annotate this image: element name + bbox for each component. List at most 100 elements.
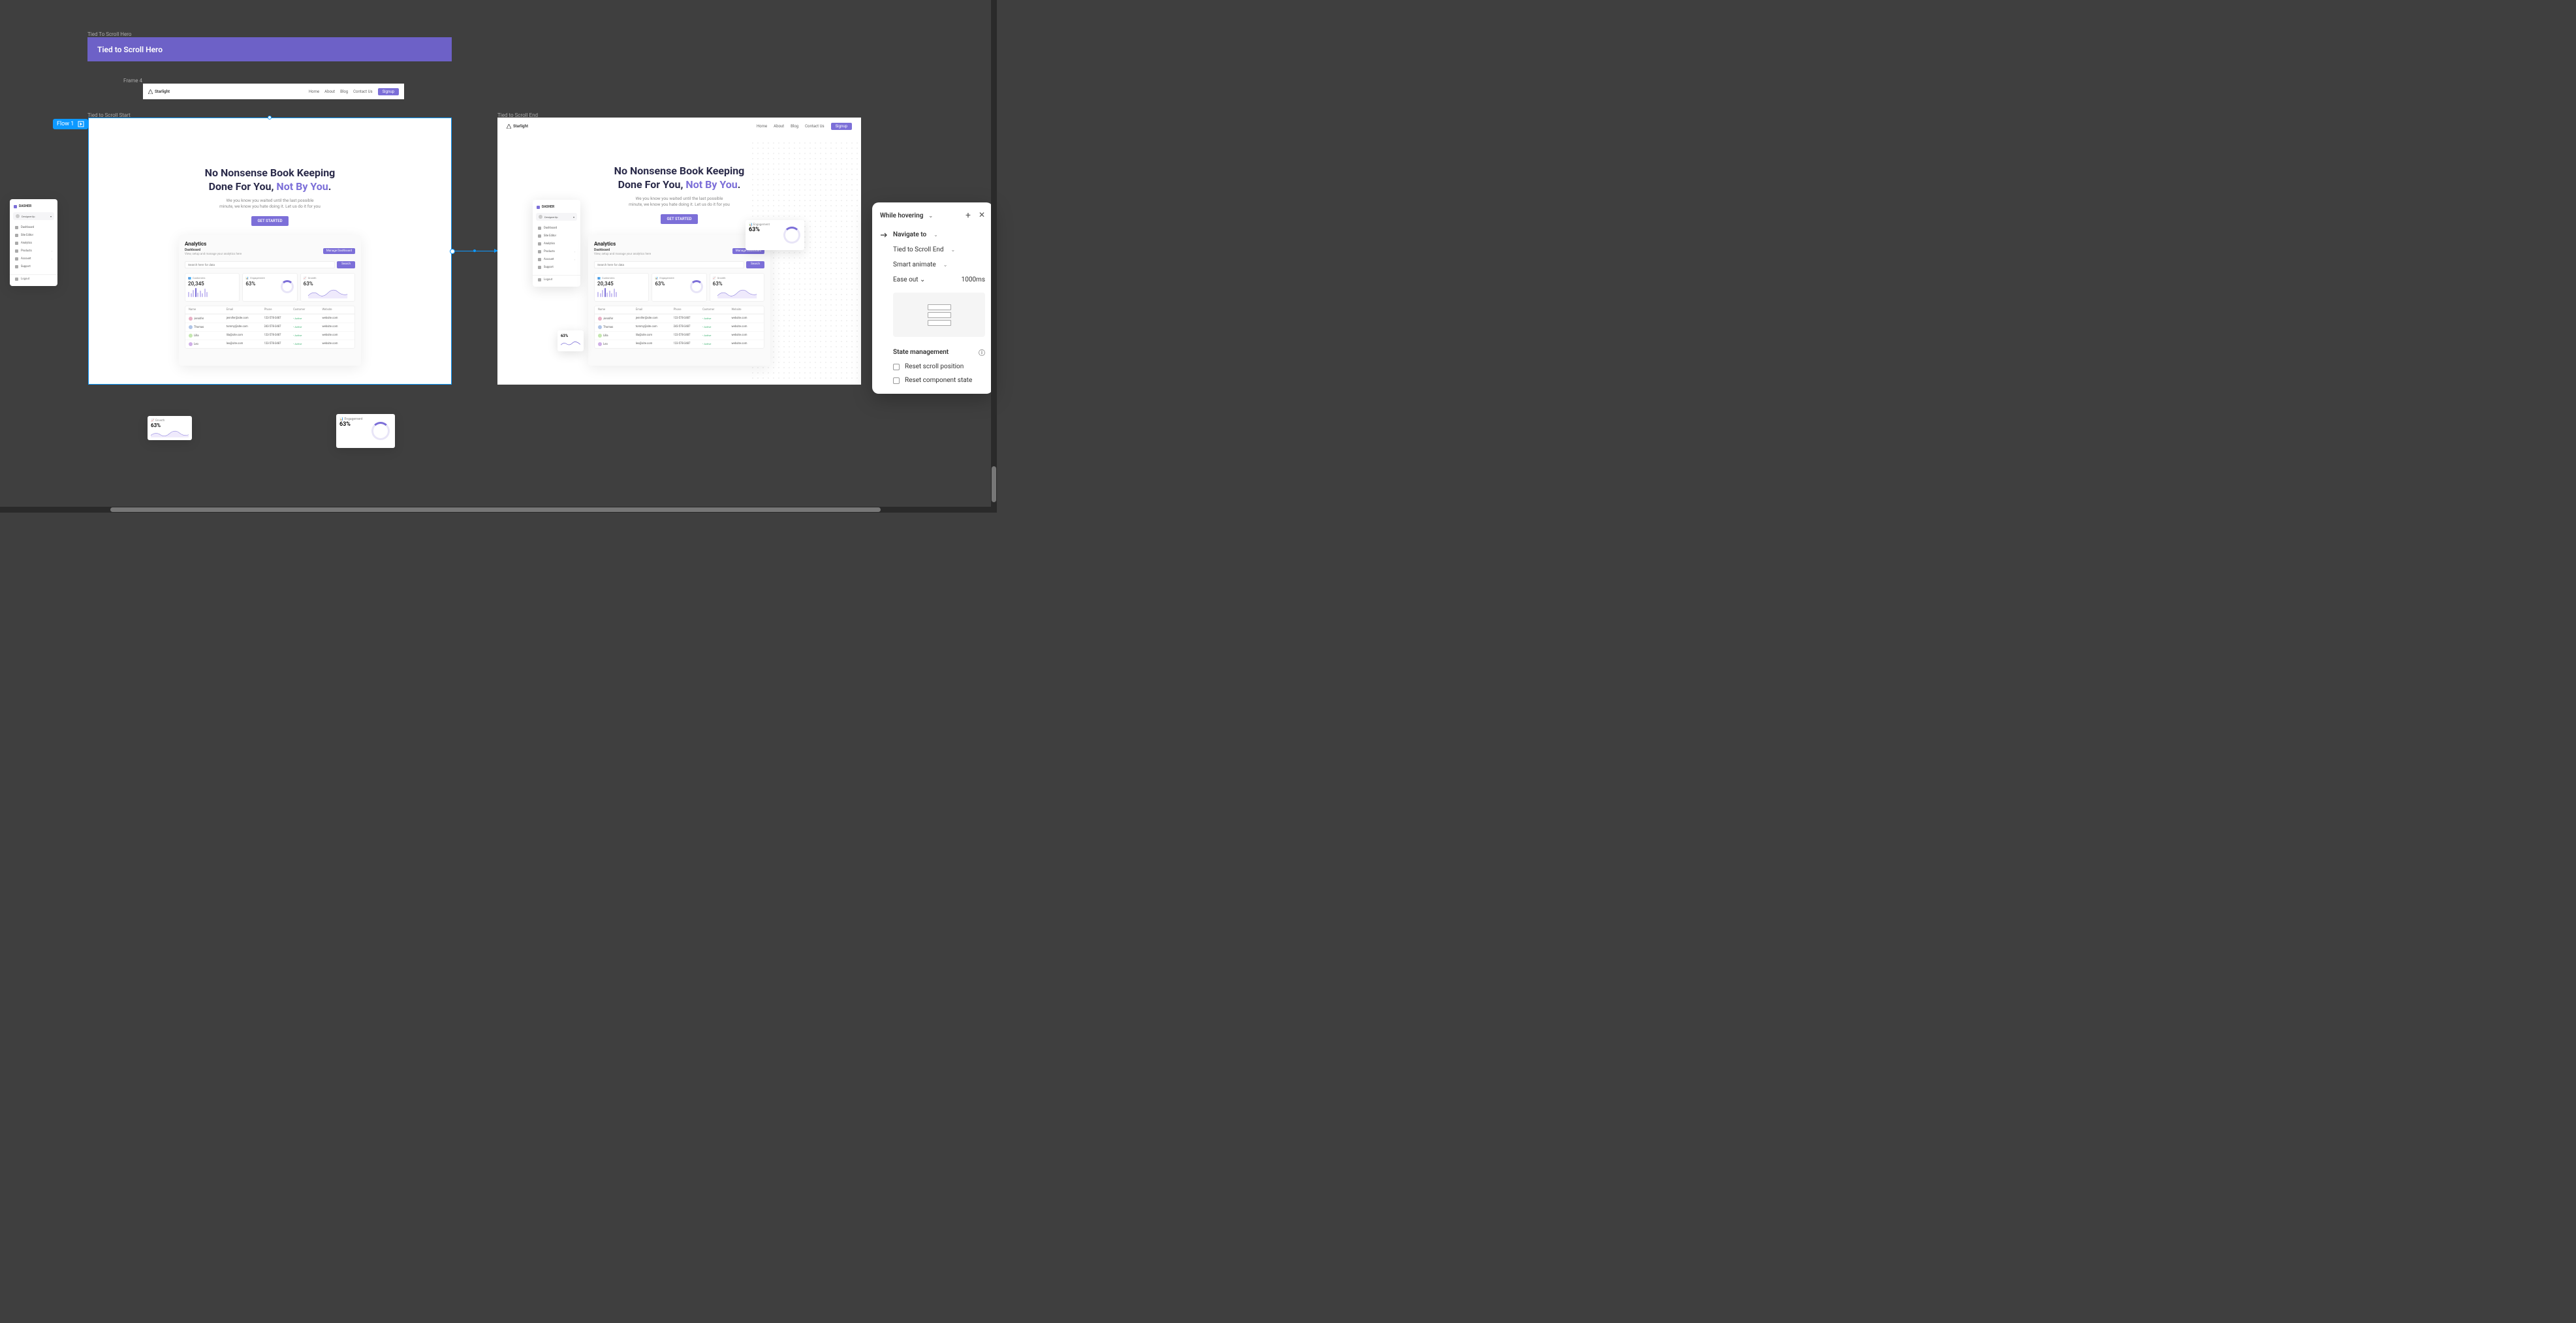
trigger-dropdown[interactable]: While hovering ⌄ — [880, 212, 933, 219]
signup-button[interactable]: Signup — [378, 88, 399, 95]
artboard-scroll-start[interactable]: No Nonsense Book Keeping Done For You, N… — [88, 118, 452, 385]
nav-link-contact[interactable]: Contact Us — [805, 124, 824, 129]
navigate-arrow-icon — [880, 232, 888, 238]
preview-frames-icon — [928, 304, 951, 326]
nav-link-home[interactable]: Home — [757, 124, 767, 129]
sparkline-icon — [561, 340, 580, 347]
table-row[interactable]: Lillalila@site.com123-578-3487• Activewe… — [185, 331, 354, 340]
sidebar-item-logout[interactable]: Logout — [533, 275, 580, 283]
nav-link-about[interactable]: About — [324, 89, 335, 94]
close-panel-button[interactable]: ✕ — [979, 210, 985, 221]
horizontal-scrollbar-track[interactable] — [0, 507, 997, 513]
signup-button[interactable]: Signup — [831, 123, 852, 130]
stats-row: 👥 Customers 20,345 📊 Engagement 63% 📈 Gr… — [185, 273, 355, 302]
products-icon — [15, 249, 18, 253]
sidebar-item-dashboard[interactable]: Dashboard — [533, 224, 580, 232]
frame-label[interactable]: Frame 4 — [123, 78, 142, 84]
nav-link-contact[interactable]: Contact Us — [353, 89, 372, 94]
logout-icon — [538, 278, 541, 281]
table-row[interactable]: Leoleo@site.com123-578-3487• Activewebsi… — [185, 340, 354, 348]
animation-preview[interactable] — [893, 293, 985, 337]
sidebar-item-site-editor[interactable]: Site Editor — [10, 231, 57, 239]
nav-link-blog[interactable]: Blog — [791, 124, 798, 129]
search-input[interactable] — [185, 261, 335, 268]
brand-name: Starlight — [155, 89, 170, 94]
sidebar-item-support[interactable]: Support — [10, 263, 57, 270]
table-row[interactable]: Lillalila@site.com123-578-3487• Activewe… — [595, 331, 764, 340]
canvas-growth-card[interactable]: 📈 Growth 63% — [148, 416, 192, 440]
stat-label: 👥 Customers — [188, 276, 236, 279]
avatar — [16, 214, 20, 218]
destination-dropdown[interactable]: Tied to Scroll End ⌄ — [872, 242, 993, 257]
banner-title: Tied to Scroll Hero — [97, 45, 163, 54]
dasher-user-selector[interactable]: DesignerUp ▾ — [13, 212, 54, 220]
logo-icon — [148, 89, 153, 94]
get-started-button[interactable]: GET STARTED — [661, 214, 697, 224]
sidebar-item-dashboard[interactable]: Dashboard — [10, 223, 57, 231]
analytics-title: Analytics — [185, 241, 355, 247]
sidebar-item-products[interactable]: Products› — [533, 247, 580, 255]
easing-dropdown[interactable]: Ease out ⌄ — [893, 276, 925, 283]
sidebar-item-analytics[interactable]: Analytics — [10, 239, 57, 247]
nav-link-blog[interactable]: Blog — [340, 89, 348, 94]
chevron-right-icon: › — [574, 250, 575, 253]
nav-links: Home About Blog Contact Us — [757, 124, 825, 129]
info-icon[interactable]: ⓘ — [979, 347, 985, 357]
flow-starting-point-tag[interactable]: Flow 1 — [53, 119, 88, 129]
stat-label: 📈 Growth — [713, 276, 761, 279]
table-row[interactable]: Jenniferjennifer@site.com123-578-3487• A… — [185, 314, 354, 323]
dasher-sidebar-end[interactable]: DASHER DesignerUp ▾ Dashboard Site Edito… — [533, 200, 580, 287]
float-engagement-card: 📊 Engagement 63% — [746, 220, 804, 250]
search-button[interactable]: Search — [337, 261, 355, 268]
navbar-frame[interactable]: Starlight Home About Blog Contact Us Sig… — [143, 84, 404, 99]
vertical-scrollbar-track[interactable] — [991, 0, 997, 513]
canvas-engagement-card[interactable]: 📊 Engagement 63% — [336, 414, 395, 448]
sidebar-item-site-editor[interactable]: Site Editor — [533, 232, 580, 240]
sidebar-item-analytics[interactable]: Analytics — [533, 240, 580, 247]
dasher-logo-icon — [537, 206, 540, 209]
checkbox-label: Reset scroll position — [905, 363, 964, 370]
artboard-scroll-end[interactable]: Starlight Home About Blog Contact Us Sig… — [497, 118, 861, 385]
section-banner[interactable]: Tied to Scroll Hero — [87, 37, 452, 61]
sidebar-item-label: Dashboard — [21, 226, 34, 229]
dasher-title-text: DASHER — [19, 204, 31, 208]
get-started-button[interactable]: GET STARTED — [251, 216, 288, 226]
dasher-user-selector[interactable]: DesignerUp ▾ — [536, 213, 577, 221]
logout-label: Logout — [21, 278, 29, 281]
table-row[interactable]: Jenniferjennifer@site.com123-578-3487• A… — [595, 314, 764, 323]
search-button[interactable]: Search — [746, 261, 764, 268]
sparkline-icon — [304, 288, 352, 298]
connector-waypoint-icon — [473, 249, 476, 252]
sparkline-icon — [713, 288, 761, 298]
horizontal-scrollbar-thumb[interactable] — [110, 507, 881, 512]
table-row[interactable]: Thomastommy@site.com243-578-3487• Active… — [595, 323, 764, 331]
manage-dashboard-button[interactable]: Manage Dashboard — [323, 248, 355, 254]
dashboard-icon — [15, 226, 18, 229]
sidebar-item-logout[interactable]: Logout — [10, 274, 57, 283]
table-row[interactable]: Leoleo@site.com123-578-3487• Activewebsi… — [595, 340, 764, 348]
checkbox-unchecked-icon[interactable] — [893, 377, 900, 384]
add-interaction-button[interactable]: + — [966, 210, 971, 221]
animation-dropdown[interactable]: Smart animate ⌄ — [872, 257, 993, 272]
interactions-panel[interactable]: While hovering ⌄ + ✕ Navigate to ⌄ Tied … — [872, 202, 993, 394]
table-row[interactable]: Thomastommy@site.com243-578-3487• Active… — [185, 323, 354, 331]
reset-component-checkbox-row[interactable]: Reset component state — [872, 374, 993, 387]
checkbox-unchecked-icon[interactable] — [893, 364, 900, 370]
checkbox-label: Reset component state — [905, 377, 972, 384]
ring-chart-icon — [783, 227, 800, 244]
reset-scroll-checkbox-row[interactable]: Reset scroll position — [872, 360, 993, 374]
nav-link-about[interactable]: About — [774, 124, 784, 129]
duration-input[interactable]: 1000ms — [962, 276, 985, 283]
sidebar-item-support[interactable]: Support — [533, 263, 580, 271]
dasher-menu: Dashboard Site Editor Analytics Products… — [10, 222, 57, 272]
sidebar-item-account[interactable]: Account› — [10, 255, 57, 263]
dasher-sidebar-left[interactable]: DASHER DesignerUp ▾ Dashboard Site Edito… — [10, 199, 57, 286]
nav-link-home[interactable]: Home — [309, 89, 319, 94]
float-small-growth-card: 63% — [558, 330, 584, 351]
selection-handle-top[interactable] — [268, 116, 272, 120]
action-row[interactable]: Navigate to ⌄ — [872, 227, 993, 242]
sidebar-item-account[interactable]: Account› — [533, 255, 580, 263]
sidebar-item-products[interactable]: Products› — [10, 247, 57, 255]
search-input[interactable] — [594, 261, 744, 268]
vertical-scrollbar-thumb[interactable] — [992, 466, 996, 502]
